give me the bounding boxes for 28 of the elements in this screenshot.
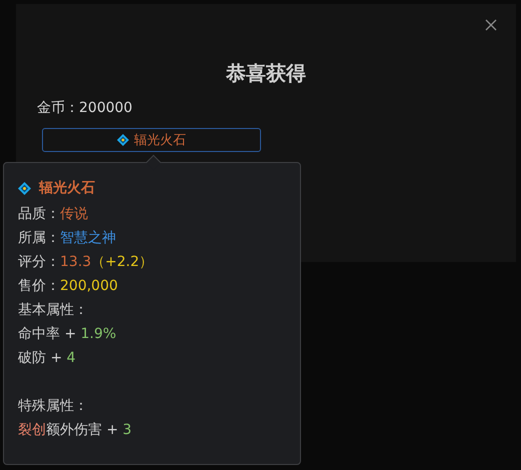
- item-button[interactable]: 辐光火石: [42, 128, 261, 152]
- close-icon[interactable]: [484, 18, 498, 32]
- stat-value: 1.9%: [80, 326, 116, 342]
- stat-prefix: 裂创: [18, 422, 46, 438]
- field-label: 所属：: [18, 230, 60, 246]
- stat-sign: +: [64, 326, 76, 342]
- field-value: 传说: [60, 206, 88, 222]
- gem-icon: [117, 134, 129, 146]
- field-value: 13.3: [60, 254, 92, 270]
- item-name: 辐光火石: [39, 179, 95, 198]
- field-label: 售价：: [18, 278, 60, 294]
- coin-amount: 金币：200000: [37, 99, 132, 118]
- stat-sign: +: [106, 422, 118, 438]
- field-value: 智慧之神: [60, 230, 116, 246]
- field-label: 品质：: [18, 206, 60, 222]
- field-value: 200,000: [60, 278, 118, 294]
- stat-value: 3: [122, 422, 132, 438]
- field-label: 评分：: [18, 254, 60, 270]
- section-title: 基本属性：: [18, 301, 89, 320]
- stat-name: 额外伤害: [46, 422, 102, 438]
- stat-sign: +: [50, 350, 62, 366]
- section-title: 特殊属性：: [18, 397, 89, 416]
- stat-value: 4: [66, 350, 76, 366]
- dialog-title: 恭喜获得: [224, 60, 307, 86]
- gem-icon: [18, 182, 31, 194]
- stat-name: 破防: [18, 350, 46, 366]
- field-bonus: （+2.2）: [91, 254, 154, 270]
- stat-name: 命中率: [18, 326, 60, 342]
